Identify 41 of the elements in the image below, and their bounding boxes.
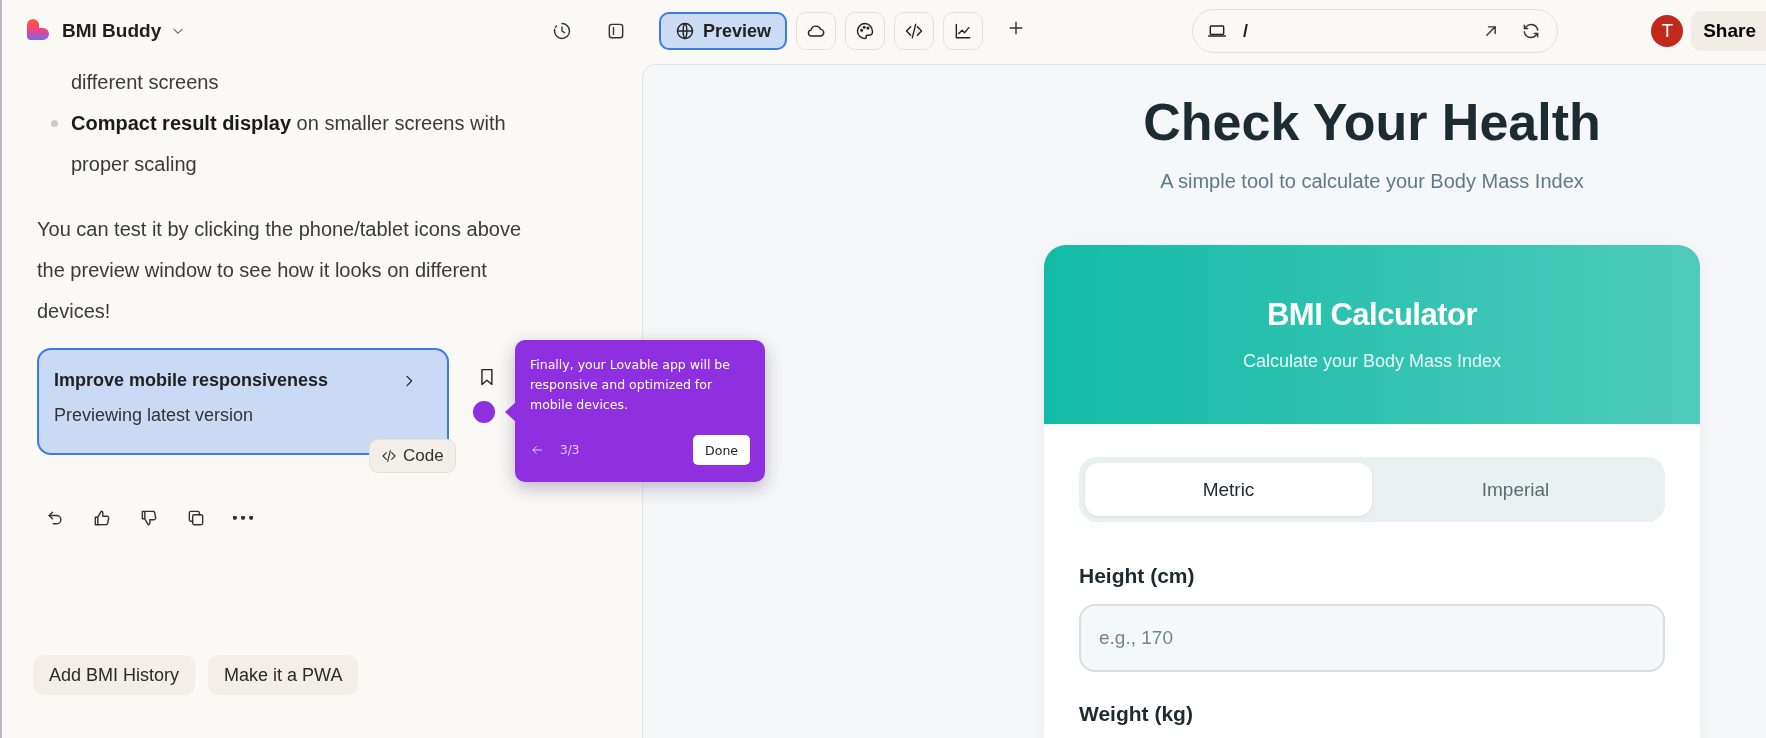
palette-icon[interactable] (855, 21, 876, 41)
bullet-dot (50, 120, 58, 127)
code-icon[interactable] (381, 448, 397, 464)
project-name[interactable]: BMI Buddy (62, 20, 162, 42)
unit-tab[interactable]: Metric (1085, 463, 1372, 516)
sidebar-toggle-icon[interactable] (606, 21, 626, 41)
history-icon[interactable] (552, 21, 572, 41)
field-label: Height (cm) (1079, 564, 1196, 588)
card-subtitle: Calculate your Body Mass Index (1242, 351, 1502, 372)
suggestion-chip[interactable]: Make it a PWA (208, 655, 359, 695)
cloud-tab[interactable] (796, 12, 837, 50)
code-button[interactable]: Code (369, 439, 456, 473)
code-icon[interactable] (904, 21, 925, 41)
list-item-text: different screens (71, 70, 220, 95)
back-button[interactable] (530, 443, 544, 457)
done-button[interactable]: Done (693, 435, 750, 465)
message-text: You can test it by clicking the phone/tablet icons above the preview window to see how it looks on different devices! (37, 217, 523, 324)
more-icon[interactable] (233, 516, 253, 520)
preview-tab[interactable]: Preview (659, 12, 788, 50)
list-item-text: Compact result display on smaller screens with proper scaling (71, 111, 507, 177)
analytics-tab[interactable] (943, 12, 984, 50)
page-heading: Check Your Health (1143, 92, 1601, 152)
theme-tab[interactable] (845, 12, 886, 50)
input-field[interactable]: e.g., 170 (1079, 604, 1665, 672)
share-button[interactable]: Share (1691, 11, 1766, 51)
copy-button[interactable] (186, 508, 206, 528)
version-subtitle: Previewing latest version (54, 405, 255, 426)
step-counter: 3/3 (560, 443, 580, 457)
globe-icon[interactable] (675, 21, 695, 41)
thumbs-down-button[interactable] (139, 508, 159, 528)
tour-dot (473, 401, 495, 423)
page-subheading: A simple tool to calculate your Body Mass Index (1160, 170, 1584, 193)
version-title: Improve mobile responsiveness (54, 370, 329, 391)
unit-tab[interactable]: Imperial (1372, 463, 1659, 516)
field-label: Weight (kg) (1079, 702, 1194, 726)
card-title: BMI Calculator (1267, 297, 1477, 333)
code-tab[interactable] (894, 12, 935, 50)
thumbs-up-button[interactable] (92, 508, 112, 528)
tour-text: Finally, your Lovable app will be responsive and optimized for mobile devices. (530, 356, 730, 414)
user-avatar[interactable]: T (1651, 15, 1684, 47)
suggestion-chip[interactable]: Add BMI History (33, 655, 196, 695)
